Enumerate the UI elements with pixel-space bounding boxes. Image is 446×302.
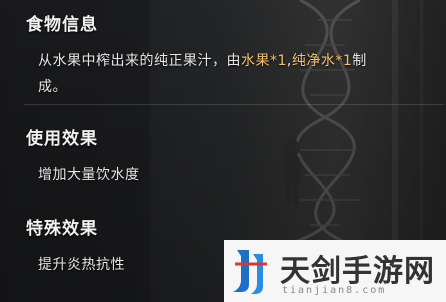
tianjian-logo-icon <box>229 246 273 296</box>
food-info-description-line2: 成。 <box>38 79 67 95</box>
food-info-title: 食物信息 <box>26 15 98 35</box>
use-effect-title: 使用效果 <box>26 129 98 149</box>
site-watermark: 天剑手游网 tianjian8.com <box>224 240 446 302</box>
divider <box>24 104 444 105</box>
ingredient-fruit: 水果*1 <box>241 53 287 69</box>
food-info-description: 从水果中榨出来的纯正果汁，由水果*1,纯净水*1制 <box>38 50 367 70</box>
watermark-url: tianjian8.com <box>282 285 387 296</box>
use-effect-text: 增加大量饮水度 <box>38 167 140 183</box>
food-info-desc-prefix: 从水果中榨出来的纯正果汁，由 <box>38 53 241 69</box>
watermark-title: 天剑手游网 <box>280 254 435 289</box>
ingredient-water: 纯净水*1 <box>291 53 353 69</box>
special-effect-title: 特殊效果 <box>26 219 98 239</box>
food-info-desc-suffix: 制 <box>352 53 367 69</box>
special-effect-text: 提升炎热抗性 <box>38 257 125 273</box>
